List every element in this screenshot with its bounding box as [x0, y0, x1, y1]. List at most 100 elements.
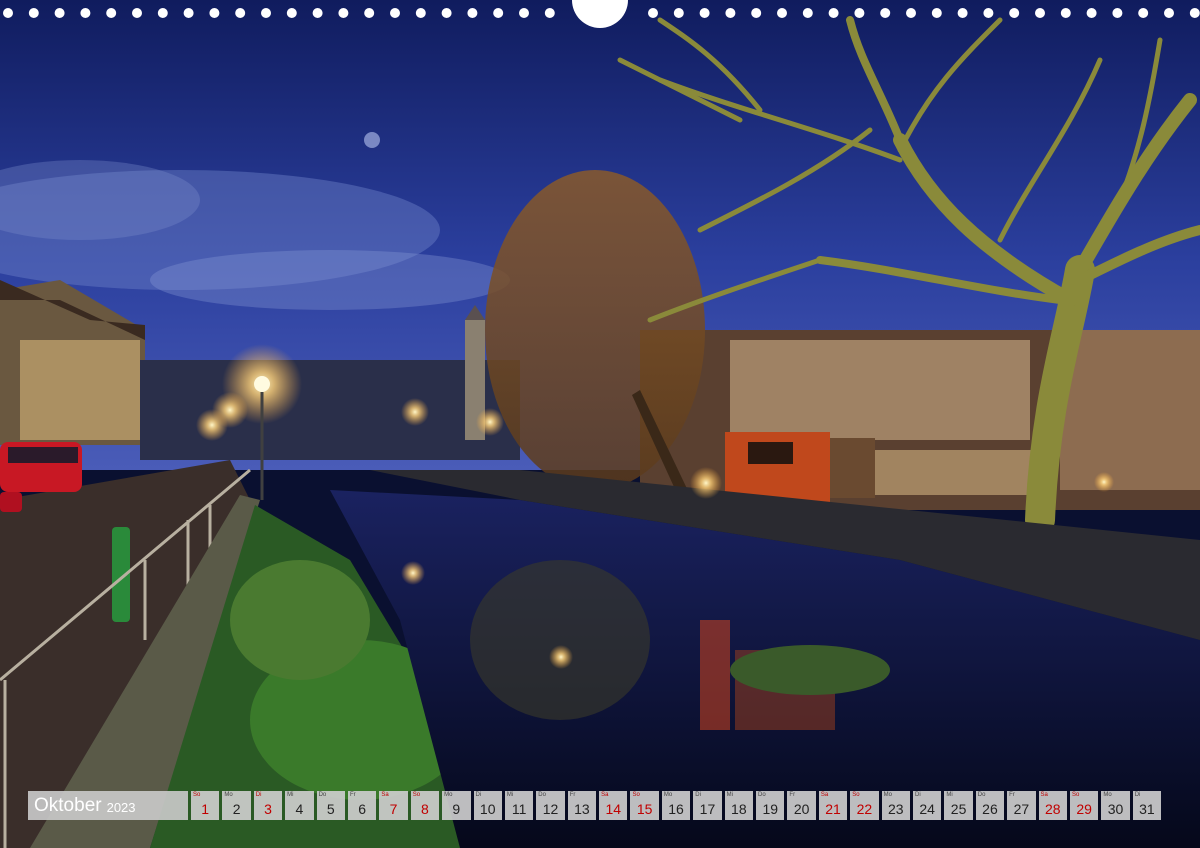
weekday-label: Do: [758, 792, 766, 798]
binding-hole: [1060, 8, 1071, 18]
calendar-day: Mo 2: [222, 791, 251, 820]
calendar-day: Di 31: [1132, 791, 1162, 820]
binding-hole: [183, 8, 194, 18]
weekday-label: Sa: [820, 792, 829, 798]
binding-hole: [777, 8, 787, 18]
day-number: 3: [264, 801, 272, 817]
binding-hole: [854, 8, 865, 18]
day-number: 24: [919, 801, 935, 817]
calendar-day: Sa 21: [818, 791, 848, 820]
binding-hole: [390, 8, 400, 18]
binding-hole: [28, 8, 39, 18]
binding-hole: [673, 8, 684, 18]
binding-hole: [467, 8, 478, 18]
calendar-day: Mi 4: [285, 791, 314, 820]
calendar-day: Di 17: [693, 791, 722, 820]
calendar-day: Di 3: [253, 791, 283, 820]
weekday-label: Fr: [569, 792, 576, 798]
night-river-photo: [0, 0, 1200, 848]
day-number: 9: [452, 801, 461, 817]
binding-hole: [54, 8, 65, 18]
weekday-label: Sa: [1040, 792, 1048, 798]
binding-hole: [1009, 8, 1020, 18]
weekday-label: Mi: [946, 792, 953, 798]
calendar-day: Mi 11: [504, 791, 534, 820]
weekday-label: So: [193, 792, 201, 798]
day-number: 20: [793, 801, 810, 817]
binding-hole: [261, 8, 271, 18]
lamp-reflection: [549, 645, 573, 669]
binding-hole: [3, 8, 13, 18]
calendar-day: Mi 18: [724, 791, 754, 820]
day-number: 17: [699, 801, 716, 817]
calendar-day: Di 24: [912, 791, 942, 820]
binding-hole: [493, 8, 504, 18]
day-number: 15: [636, 801, 653, 817]
weekday-label: Di: [1134, 792, 1141, 798]
binding-hole: [906, 8, 916, 18]
month-name: Oktober: [34, 794, 102, 816]
weekday-label: Mo: [444, 792, 453, 798]
weekday-label: Di: [695, 792, 701, 798]
calendar-day: Fr 13: [567, 791, 597, 820]
binding-hole: [931, 8, 942, 18]
weekday-label: Do: [538, 792, 546, 798]
street-lamp: [476, 408, 504, 436]
calendar-day: Mo 23: [881, 791, 910, 820]
house-right-2: [1060, 330, 1200, 490]
binding-hole: [751, 8, 762, 18]
day-number: 16: [668, 801, 684, 817]
weekday-label: Mi: [506, 792, 514, 798]
month-year: 2023: [106, 800, 136, 815]
binding-hole: [1086, 8, 1097, 18]
day-number: 30: [1107, 801, 1124, 817]
binding-hole: [1112, 8, 1123, 18]
binding-hole: [132, 8, 142, 18]
day-number: 7: [389, 801, 398, 817]
binding-hole: [157, 8, 168, 18]
street-lamp: [254, 376, 270, 392]
day-number: 14: [605, 801, 622, 817]
binding-hole: [286, 8, 297, 18]
calendar-day: Do 19: [756, 791, 785, 820]
van-window: [8, 447, 78, 463]
binding-hole: [106, 8, 117, 18]
spiral-binding: [3, 0, 1200, 28]
day-number: 28: [1044, 801, 1061, 817]
moon-halo: [364, 132, 380, 148]
binding-hole: [880, 8, 891, 18]
day-number: 29: [1076, 801, 1092, 817]
river-island: [730, 645, 890, 695]
calendar-day: Sa 28: [1038, 791, 1067, 820]
weekday-label: Mi: [726, 792, 733, 798]
month-label: Oktober 2023: [28, 791, 188, 820]
weekday-label: Di: [914, 792, 921, 798]
binding-hole: [80, 8, 91, 18]
calendar-day: So 1: [191, 791, 220, 820]
weekday-label: So: [1071, 792, 1080, 798]
binding-hole: [725, 8, 736, 18]
calendar-strip: Oktober 2023 So 1 Mo 2 Di 3 Mi 4 Do 5 Fr 6 Sa 7 So 8 Mo 9…: [28, 791, 1162, 820]
binding-hole: [209, 8, 220, 18]
binding-hole: [1189, 8, 1200, 18]
day-number: 8: [421, 801, 429, 817]
house-wall: [20, 340, 140, 440]
calendar-day: Fr 6: [347, 791, 377, 820]
weekday-label: Mo: [1103, 792, 1112, 798]
binding-hole: [957, 8, 968, 18]
weekday-label: Sa: [381, 792, 389, 798]
binding-hole: [544, 8, 555, 18]
binding-hole: [1138, 8, 1149, 18]
kiosk-hut: [830, 438, 875, 498]
binding-hole: [415, 8, 426, 18]
house-right-front: [730, 340, 1030, 440]
street-lamp: [1094, 472, 1114, 492]
calendar-day: Di 10: [473, 791, 502, 820]
calendar-day: Mi 25: [944, 791, 973, 820]
day-number: 13: [574, 801, 590, 817]
day-number: 12: [542, 801, 559, 817]
day-number: 26: [982, 801, 998, 817]
weekday-label: Mo: [883, 792, 892, 798]
day-number: 4: [295, 801, 304, 817]
day-number: 31: [1139, 801, 1155, 817]
